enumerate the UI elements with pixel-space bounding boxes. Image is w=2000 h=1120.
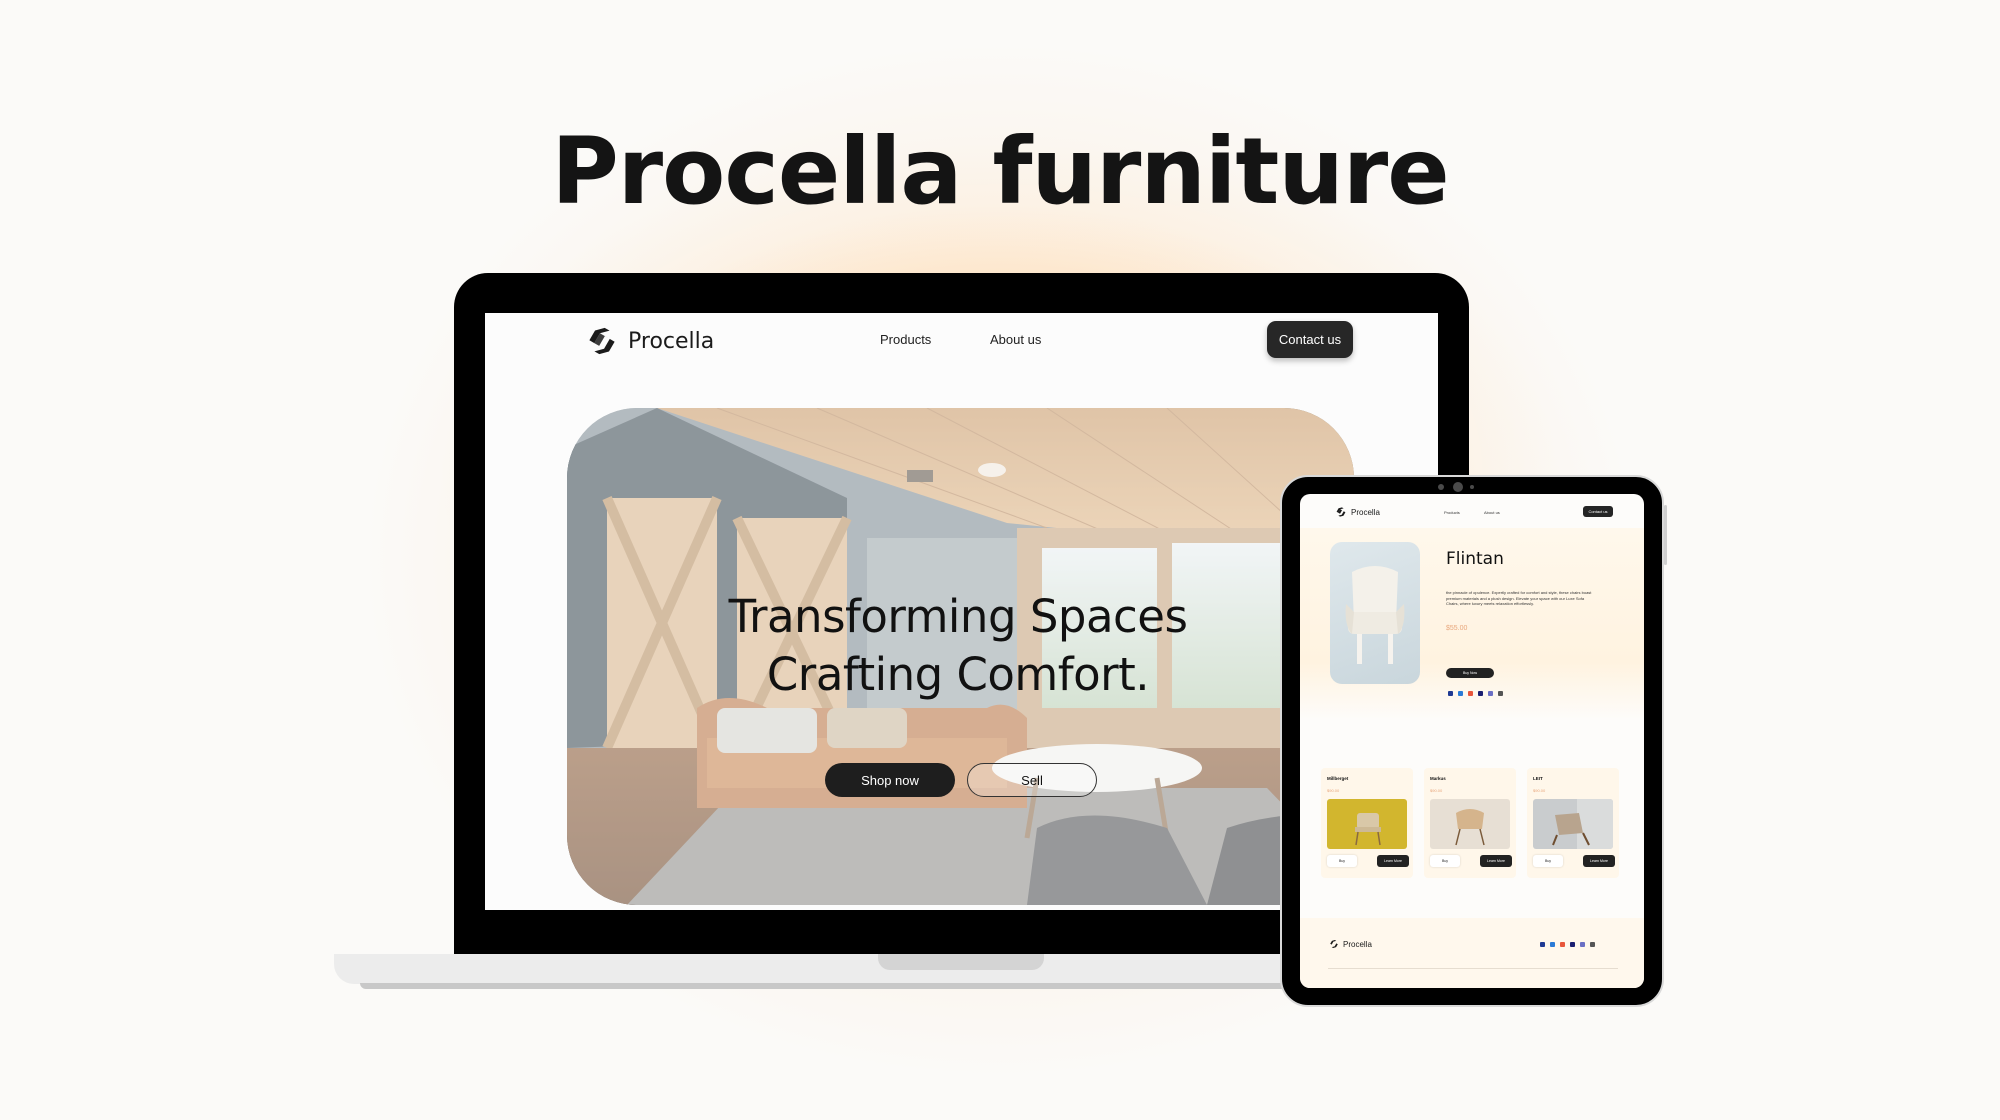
footer-payment-methods <box>1540 942 1595 947</box>
card-learn-more-button[interactable]: Learn More <box>1583 855 1615 867</box>
card-learn-more-button[interactable]: Learn More <box>1377 855 1409 867</box>
card-image <box>1430 799 1510 849</box>
paypal-icon <box>1540 942 1545 947</box>
procella-logo-icon <box>1336 507 1346 517</box>
yellow-chair-image <box>1327 799 1407 849</box>
hero-headline-line-2: Crafting Comfort. <box>766 648 1150 701</box>
hero-headline-line-1: Transforming Spaces <box>728 590 1188 643</box>
card-buy-button[interactable]: Buy <box>1430 855 1460 867</box>
card-learn-more-button[interactable]: Learn More <box>1480 855 1512 867</box>
card-name: Millberget <box>1327 776 1349 781</box>
site-brand-name: Procella <box>628 328 715 354</box>
tablet-nav-products[interactable]: Products <box>1444 510 1460 515</box>
page-title: Procella furniture <box>551 118 1449 225</box>
product-price: $55.00 <box>1446 625 1468 632</box>
card-name: Markus <box>1430 776 1446 781</box>
hero-banner: Transforming Spaces Crafting Comfort. Sh… <box>567 408 1354 905</box>
payment-methods <box>1448 691 1503 696</box>
visa-icon <box>1570 942 1575 947</box>
product-image-flintan[interactable] <box>1330 542 1420 684</box>
sell-button[interactable]: Sell <box>967 763 1097 797</box>
wood-armchair-image <box>1533 799 1613 849</box>
mastercard-icon <box>1468 691 1473 696</box>
beige-chair-image <box>1430 799 1510 849</box>
mastercard-icon <box>1560 942 1565 947</box>
procella-logo-icon <box>589 327 615 355</box>
tablet-sensor <box>1438 484 1444 490</box>
tablet-nav-about[interactable]: About us <box>1484 510 1500 515</box>
buy-now-button[interactable]: Buy Now <box>1446 668 1494 678</box>
armchair-image <box>1345 566 1405 664</box>
footer-brand-name: Procella <box>1343 939 1372 949</box>
hero-headline: Transforming Spaces Crafting Comfort. <box>567 588 1349 704</box>
shop-now-button[interactable]: Shop now <box>825 763 955 797</box>
tablet-logo[interactable]: Procella <box>1334 505 1380 519</box>
tablet-footer: Procella <box>1300 918 1644 988</box>
tablet-screen: Procella Products About us Contact us Fl… <box>1300 494 1644 988</box>
tablet-side-button <box>1664 505 1667 565</box>
product-card[interactable]: LEIT $90.00 Buy Learn More <box>1527 768 1619 878</box>
wallet-icon <box>1488 691 1493 696</box>
card-buy-button[interactable]: Buy <box>1533 855 1563 867</box>
card-buy-button[interactable]: Buy <box>1327 855 1357 867</box>
card-icon <box>1550 942 1555 947</box>
tablet-brand-name: Procella <box>1351 507 1380 517</box>
card-price: $90.00 <box>1430 788 1443 793</box>
tablet-light <box>1470 485 1474 489</box>
card-icon <box>1458 691 1463 696</box>
card-image <box>1327 799 1407 849</box>
footer-logo[interactable]: Procella <box>1328 938 1372 950</box>
laptop-notch <box>878 954 1044 970</box>
card-name: LEIT <box>1533 776 1543 781</box>
nav-link-about[interactable]: About us <box>990 332 1041 347</box>
paypal-icon <box>1448 691 1453 696</box>
laptop-base <box>334 954 1334 984</box>
visa-icon <box>1478 691 1483 696</box>
site-logo[interactable]: Procella <box>582 321 714 361</box>
bank-icon <box>1498 691 1503 696</box>
bank-icon <box>1590 942 1595 947</box>
procella-logo-icon <box>1330 940 1338 948</box>
product-card[interactable]: Millberget $90.00 Buy Learn More <box>1321 768 1413 878</box>
card-image <box>1533 799 1613 849</box>
contact-button[interactable]: Contact us <box>1267 321 1353 358</box>
wallet-icon <box>1580 942 1585 947</box>
tablet-camera <box>1453 482 1463 492</box>
card-price: $90.00 <box>1327 788 1340 793</box>
footer-divider <box>1328 968 1618 969</box>
laptop-base-shadow <box>360 983 1320 989</box>
product-title: Flintan <box>1446 549 1504 569</box>
nav-link-products[interactable]: Products <box>880 332 931 347</box>
tablet-product-cards: Millberget $90.00 Buy Learn More Markus … <box>1300 724 1644 878</box>
card-price: $90.00 <box>1533 788 1546 793</box>
product-card[interactable]: Markus $90.00 Buy Learn More <box>1424 768 1516 878</box>
product-description: the pinnacle of opulence. Expertly craft… <box>1446 590 1592 606</box>
tablet-contact-button[interactable]: Contact us <box>1583 506 1613 517</box>
